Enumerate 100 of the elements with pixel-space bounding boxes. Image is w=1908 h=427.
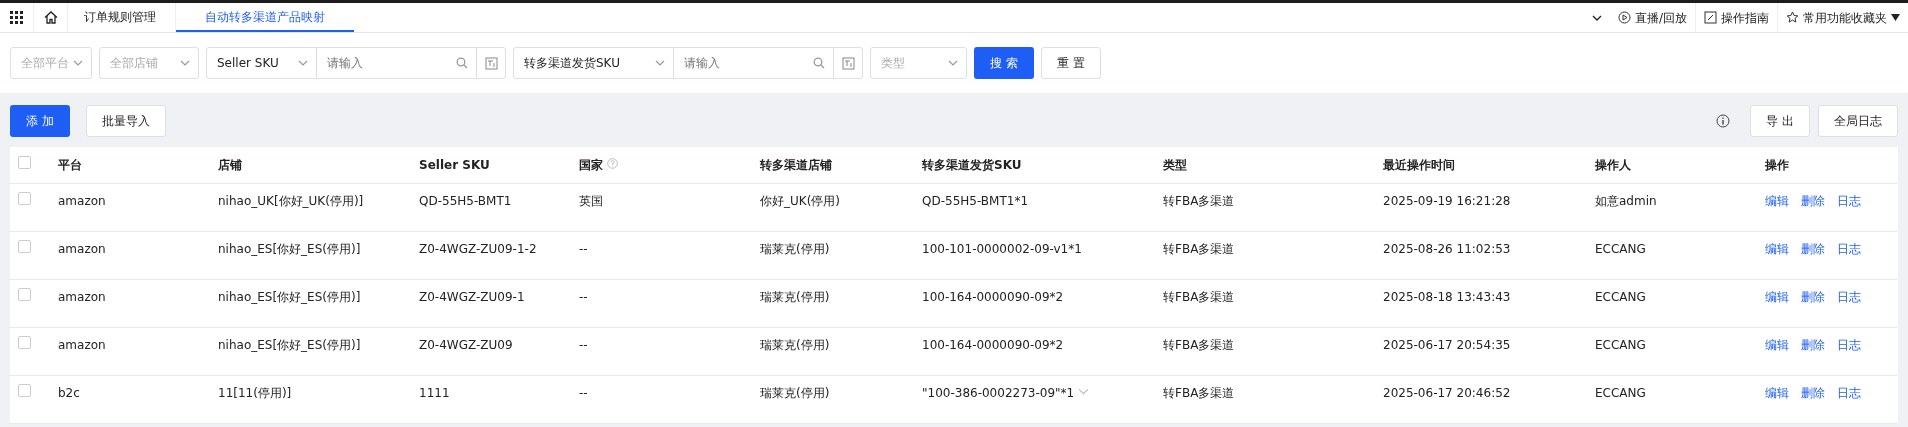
table-cell: 转FBA多渠道 (1163, 241, 1235, 256)
checkbox[interactable] (18, 191, 31, 205)
table-cell: nihao_ES[你好_ES(停用)] (218, 337, 361, 352)
chevron-down-icon (73, 58, 83, 68)
table-cell: 如意admin (1595, 193, 1657, 208)
chevron-down-icon (655, 58, 665, 68)
apps-icon[interactable] (10, 11, 23, 24)
text-input-icon[interactable] (484, 56, 498, 70)
table-cell: -- (579, 337, 588, 352)
search-icon (456, 57, 468, 69)
reset-button[interactable]: 重 置 (1040, 47, 1101, 79)
star-icon (1786, 11, 1799, 24)
table-cell: amazon (58, 289, 106, 304)
table-cell: ECCANG (1595, 337, 1646, 352)
top-link[interactable]: 操作指南 (1695, 3, 1777, 32)
table-cell: -- (579, 385, 588, 400)
action-link[interactable]: 编辑 (1765, 289, 1789, 304)
table-cell: QD-55H5-BMT1 (419, 193, 512, 208)
table-cell: 转FBA多渠道 (1163, 193, 1235, 208)
table-cell: Z0-4WGZ-ZU09-1 (419, 289, 525, 304)
table-cell: 2025-08-18 13:43:43 (1383, 289, 1511, 304)
action-link[interactable]: 编辑 (1765, 337, 1789, 352)
checkbox[interactable] (18, 239, 31, 253)
log-button[interactable]: 全局日志 (1818, 105, 1898, 137)
sku-type-select[interactable]: Seller SKU (207, 48, 317, 78)
action-link[interactable]: 日志 (1837, 193, 1861, 208)
chevron-down-icon (948, 58, 958, 68)
action-link[interactable]: 编辑 (1765, 385, 1789, 400)
tab[interactable]: 订单规则管理 (68, 3, 176, 32)
info-icon (1716, 114, 1731, 128)
table-cell: -- (579, 289, 588, 304)
column-header: Seller SKU (419, 157, 490, 172)
table-cell: 英国 (579, 193, 603, 208)
column-header: 店铺 (218, 157, 242, 172)
table-cell: amazon (58, 337, 106, 352)
table-cell: 100-164-0000090-09*2 (922, 337, 1064, 352)
table-cell: ECCANG (1595, 385, 1646, 400)
caret-icon (1891, 14, 1900, 21)
action-link[interactable]: 删除 (1801, 337, 1825, 352)
table-cell: 瑞莱克(停用) (760, 289, 830, 304)
search-icon (813, 57, 825, 69)
table-cell: 2025-06-17 20:54:35 (1383, 337, 1511, 352)
column-header: 操作 (1765, 157, 1789, 172)
import-button[interactable]: 批量导入 (85, 105, 166, 137)
top-link[interactable]: 直播/回放 (1609, 3, 1695, 32)
table-cell: b2c (58, 385, 80, 400)
column-header: 国家 (579, 157, 603, 172)
checkbox[interactable] (18, 335, 31, 349)
table-cell: 2025-06-17 20:46:52 (1383, 385, 1511, 400)
table-cell: 100-164-0000090-09*2 (922, 289, 1064, 304)
table-cell: 你好_UK(停用) (760, 193, 840, 208)
home-icon[interactable] (43, 11, 58, 24)
table-cell: 100-101-0000002-09-v1*1 (922, 241, 1082, 256)
add-button[interactable]: 添 加 (10, 105, 70, 137)
table-cell: 11[11(停用)] (218, 385, 292, 400)
action-link[interactable]: 日志 (1837, 289, 1861, 304)
action-link[interactable]: 日志 (1837, 385, 1861, 400)
table-cell: 2025-09-19 16:21:28 (1383, 193, 1511, 208)
checkbox[interactable] (18, 383, 31, 397)
sku-type-select[interactable]: 转多渠道发货SKU (514, 48, 674, 78)
table-cell: nihao_ES[你好_ES(停用)] (218, 289, 361, 304)
search-button[interactable]: 搜 索 (974, 47, 1034, 79)
table-cell: 瑞莱克(停用) (760, 337, 830, 352)
table-cell: 瑞莱克(停用) (760, 385, 830, 400)
table-cell: 转FBA多渠道 (1163, 385, 1235, 400)
column-header: 转多渠道发货SKU (922, 157, 1022, 172)
table-cell: amazon (58, 193, 106, 208)
top-link[interactable]: 常用功能收藏夹 (1777, 3, 1908, 32)
column-header: 类型 (1163, 157, 1187, 172)
column-header: 转多渠道店铺 (760, 157, 832, 172)
table-cell: Z0-4WGZ-ZU09 (419, 337, 513, 352)
table-cell: nihao_UK[你好_UK(停用)] (218, 193, 364, 208)
table-cell: nihao_ES[你好_ES(停用)] (218, 241, 361, 256)
chevron-down-icon (180, 58, 190, 68)
table-cell: amazon (58, 241, 106, 256)
export-button[interactable]: 导 出 (1750, 105, 1810, 137)
action-link[interactable]: 删除 (1801, 385, 1825, 400)
table-cell: ECCANG (1595, 241, 1646, 256)
action-link[interactable]: 编辑 (1765, 193, 1789, 208)
table-cell: 转FBA多渠道 (1163, 289, 1235, 304)
checkbox[interactable] (18, 287, 31, 301)
action-link[interactable]: 编辑 (1765, 241, 1789, 256)
table-cell: 瑞莱克(停用) (760, 241, 830, 256)
table-cell: Z0-4WGZ-ZU09-1-2 (419, 241, 537, 256)
table-cell: 转FBA多渠道 (1163, 337, 1235, 352)
column-header: 操作人 (1595, 157, 1631, 172)
checkbox[interactable] (18, 155, 31, 169)
chevron-down-icon (298, 58, 308, 68)
action-link[interactable]: 删除 (1801, 241, 1825, 256)
help-icon (607, 157, 618, 169)
action-link[interactable]: 日志 (1837, 241, 1861, 256)
action-link[interactable]: 删除 (1801, 193, 1825, 208)
table-cell: 2025-08-26 11:02:53 (1383, 241, 1511, 256)
table-cell: "100-386-0002273-09"*1 (922, 385, 1075, 400)
action-link[interactable]: 删除 (1801, 289, 1825, 304)
column-header: 平台 (58, 157, 82, 172)
text-input-icon[interactable] (841, 56, 855, 70)
edit-icon (1704, 11, 1717, 24)
action-link[interactable]: 日志 (1837, 337, 1861, 352)
play-icon (1617, 11, 1631, 24)
